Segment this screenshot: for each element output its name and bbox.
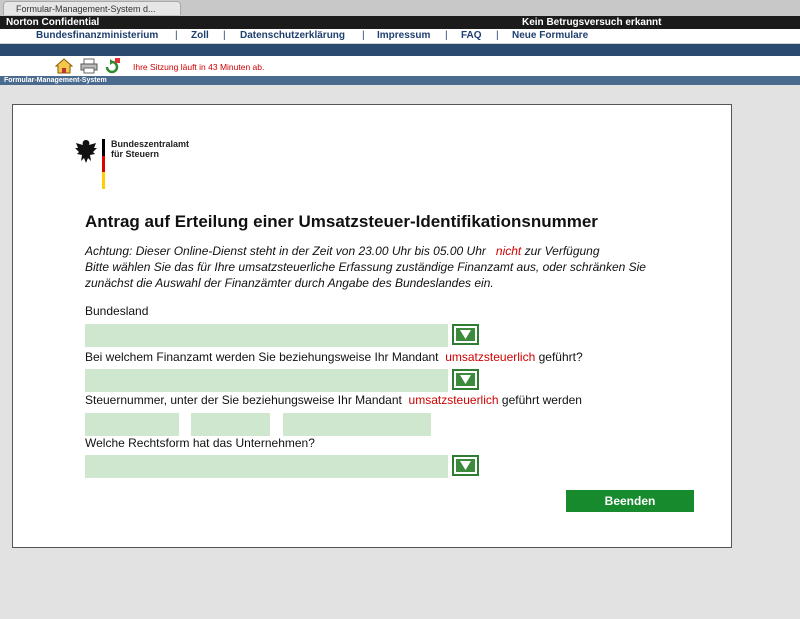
nav-separator: | — [445, 30, 448, 41]
nav-faq[interactable]: FAQ — [461, 29, 482, 43]
chevron-down-icon — [460, 461, 471, 470]
nav-datenschutzerklaerung[interactable]: Datenschutzerklärung — [240, 29, 345, 43]
agency-name-line2: für Steuern — [111, 149, 160, 159]
bundesland-select[interactable] — [85, 324, 448, 347]
bundesland-label: Bundesland — [85, 304, 149, 318]
rechtsform-label: Welche Rechtsform hat das Unternehmen? — [85, 436, 315, 450]
chevron-down-icon — [460, 330, 471, 339]
steuernummer-part1-input[interactable] — [85, 413, 179, 436]
finanzamt-select[interactable] — [85, 369, 448, 392]
norton-bar: Norton Confidential Kein Betrugsversuch … — [0, 16, 800, 29]
notice-text-1: Achtung: Dieser Online-Dienst steht in d… — [85, 244, 486, 258]
form-title: Antrag auf Erteilung einer Umsatzsteuer-… — [85, 212, 598, 231]
nav-zoll[interactable]: Zoll — [191, 29, 209, 43]
nav-separator: | — [362, 30, 365, 41]
nav-bundesfinanzministerium[interactable]: Bundesfinanzministerium — [36, 29, 158, 43]
system-bar-label: Formular-Management-System — [4, 77, 107, 84]
finanzamt-label: Bei welchem Finanzamt werden Sie beziehu… — [85, 350, 583, 364]
finanzamt-label-highlight: umsatzsteuerlich — [445, 350, 536, 364]
form-notice: Achtung: Dieser Online-Dienst steht in d… — [85, 243, 646, 291]
nav-stripe — [0, 44, 800, 56]
notice-text-3: Bitte wählen Sie das für Ihre umsatzsteu… — [85, 260, 646, 274]
refresh-icon[interactable] — [103, 58, 121, 74]
nav-separator: | — [175, 30, 178, 41]
finanzamt-dropdown-button[interactable] — [452, 369, 479, 390]
nav-separator: | — [223, 30, 226, 41]
nav-separator: | — [496, 30, 499, 41]
norton-status-label: Kein Betrugsversuch erkannt — [522, 17, 662, 28]
notice-text-2: zur Verfügung — [524, 244, 600, 258]
finanzamt-label-text: Bei welchem Finanzamt werden Sie beziehu… — [85, 350, 439, 364]
steuernummer-part3-input[interactable] — [283, 413, 431, 436]
nav-neue-formulare[interactable]: Neue Formulare — [512, 29, 588, 43]
german-flag-bar — [102, 139, 105, 189]
home-icon[interactable] — [54, 58, 74, 74]
steuernummer-part2-input[interactable] — [191, 413, 270, 436]
steuernummer-label-highlight: umsatzsteuerlich — [408, 393, 499, 407]
browser-tabbar: Formular-Management-System d... — [0, 0, 800, 17]
agency-name-line1: Bundeszentralamt — [111, 139, 190, 149]
steuernummer-label: Steuernummer, unter der Sie beziehungswe… — [85, 393, 582, 407]
federal-eagle-icon — [73, 137, 99, 165]
nav-impressum[interactable]: Impressum — [377, 29, 430, 43]
chevron-down-icon — [460, 375, 471, 384]
agency-logo-text: Bundeszentralamt für Steuern — [111, 139, 189, 159]
bundesland-dropdown-button[interactable] — [452, 324, 479, 345]
browser-tab[interactable]: Formular-Management-System d... — [3, 1, 181, 15]
toolbar: Ihre Sitzung läuft in 43 Minuten ab. — [0, 56, 800, 76]
beenden-button[interactable]: Beenden — [566, 490, 694, 512]
notice-highlight: nicht — [495, 244, 522, 258]
session-timeout-text: Ihre Sitzung läuft in 43 Minuten ab. — [133, 62, 265, 72]
form-panel: Bundeszentralamt für Steuern Antrag auf … — [12, 104, 732, 548]
rechtsform-dropdown-button[interactable] — [452, 455, 479, 476]
steuernummer-label-end: geführt werden — [501, 393, 582, 407]
norton-confidential-label: Norton Confidential — [6, 17, 100, 28]
finanzamt-label-end: geführt? — [538, 350, 583, 364]
top-navigation: Bundesfinanzministerium | Zoll | Datensc… — [0, 29, 800, 44]
rechtsform-select[interactable] — [85, 455, 448, 478]
notice-text-4: zunächst die Auswahl der Finanzämter dur… — [85, 276, 494, 290]
steuernummer-label-text: Steuernummer, unter der Sie beziehungswe… — [85, 393, 402, 407]
system-bar: Formular-Management-System — [0, 76, 800, 85]
print-icon[interactable] — [80, 58, 98, 74]
